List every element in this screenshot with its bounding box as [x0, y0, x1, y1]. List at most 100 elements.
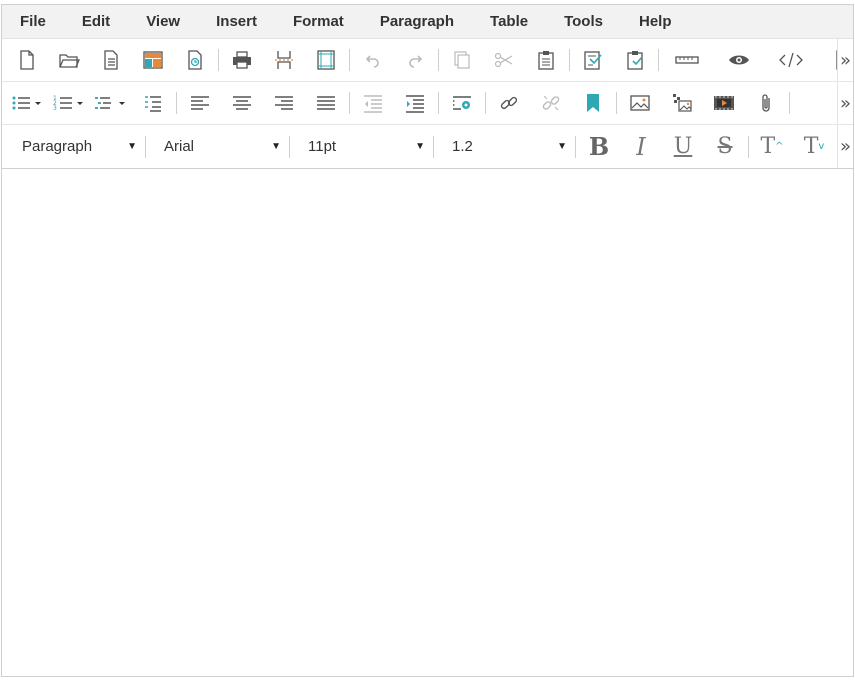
align-center-icon — [233, 96, 251, 110]
justify-button[interactable] — [308, 85, 344, 121]
template-button[interactable] — [135, 42, 171, 78]
attachment-icon — [762, 94, 770, 112]
caret-up-icon: ^ — [775, 141, 784, 152]
redo-button[interactable] — [397, 42, 433, 78]
image-button[interactable] — [622, 85, 658, 121]
menu-format[interactable]: Format — [275, 5, 362, 39]
rich-text-editor: File Edit View Insert Format Paragraph T… — [1, 4, 854, 677]
align-right-button[interactable] — [266, 85, 302, 121]
block-format-select[interactable]: Paragraph ▼ — [6, 132, 143, 162]
paste-text-button[interactable] — [617, 42, 653, 78]
toc-button[interactable] — [135, 85, 171, 121]
align-left-button[interactable] — [182, 85, 218, 121]
chevron-down-icon: ▼ — [271, 141, 281, 152]
italic-icon: I — [636, 132, 646, 161]
unlink-button[interactable] — [533, 85, 569, 121]
video-button[interactable] — [706, 85, 742, 121]
open-button[interactable] — [51, 42, 87, 78]
document-button[interactable] — [93, 42, 129, 78]
copy-button[interactable] — [444, 42, 480, 78]
cut-button[interactable] — [486, 42, 522, 78]
outdent-icon — [364, 95, 382, 113]
paste-text-icon — [627, 51, 643, 70]
toolbar-overflow-button[interactable]: » — [837, 39, 853, 81]
video-icon — [714, 96, 734, 110]
menu-help[interactable]: Help — [621, 5, 690, 39]
italic-button[interactable]: I — [622, 129, 660, 165]
link-icon — [500, 96, 518, 110]
print-button[interactable] — [224, 42, 260, 78]
subscript-icon: T — [803, 134, 819, 159]
toolbar-row-3: Paragraph ▼ Arial ▼ 11pt ▼ 1.2 ▼ B I U S… — [2, 125, 853, 169]
link-button[interactable] — [491, 85, 527, 121]
toolbar-row-2: 123 » — [2, 82, 853, 125]
page-break-icon — [275, 51, 293, 69]
menu-table[interactable]: Table — [472, 5, 546, 39]
menu-insert[interactable]: Insert — [198, 5, 275, 39]
paste-button[interactable] — [528, 42, 564, 78]
font-family-select[interactable]: Arial ▼ — [148, 132, 287, 162]
bullet-list-button[interactable] — [9, 85, 45, 121]
ruler-icon — [675, 56, 699, 64]
menu-edit[interactable]: Edit — [64, 5, 128, 39]
menu-paragraph[interactable]: Paragraph — [362, 5, 472, 39]
multilevel-list-button[interactable] — [93, 85, 129, 121]
menu-tools[interactable]: Tools — [546, 5, 621, 39]
indent-button[interactable] — [397, 85, 433, 121]
toolbar-overflow-button[interactable]: » — [837, 125, 853, 168]
toolbar-separator — [438, 49, 439, 71]
settings-table-icon — [453, 96, 471, 110]
toolbar-overflow-button[interactable]: » — [837, 82, 853, 124]
editor-content-area[interactable] — [2, 170, 853, 676]
bold-button[interactable]: B — [580, 129, 618, 165]
page-break-button[interactable] — [266, 42, 302, 78]
restore-draft-button[interactable] — [177, 42, 213, 78]
paste-from-word-button[interactable] — [575, 42, 611, 78]
align-center-button[interactable] — [224, 85, 260, 121]
numbered-list-button[interactable]: 123 — [51, 85, 87, 121]
font-family-value: Arial — [164, 138, 195, 155]
toolbar-separator — [433, 135, 434, 158]
menu-file[interactable]: File — [2, 5, 64, 39]
underline-button[interactable]: U — [664, 129, 702, 165]
bold-icon: B — [588, 132, 610, 161]
toolbar-separator — [349, 49, 350, 71]
page-margins-button[interactable] — [308, 42, 344, 78]
undo-button[interactable] — [355, 42, 391, 78]
restore-draft-icon — [188, 50, 202, 70]
caret-down-icon: v — [818, 141, 825, 152]
font-size-select[interactable]: 11pt ▼ — [292, 132, 431, 162]
source-code-button[interactable] — [768, 42, 814, 78]
bookmark-icon — [587, 94, 599, 112]
print-icon — [233, 51, 251, 69]
subscript-button[interactable]: Tv — [795, 129, 833, 165]
justify-icon — [317, 96, 335, 110]
bullet-list-icon — [12, 96, 41, 110]
outdent-button[interactable] — [355, 85, 391, 121]
redo-icon — [409, 55, 423, 68]
line-height-select[interactable]: 1.2 ▼ — [436, 132, 573, 162]
chevron-down-icon: ▼ — [415, 141, 425, 152]
new-document-button[interactable] — [9, 42, 45, 78]
superscript-icon: T — [760, 134, 776, 159]
document-icon — [104, 50, 118, 70]
table-settings-button[interactable] — [444, 85, 480, 121]
superscript-button[interactable]: T ^ — [753, 129, 791, 165]
bookmark-button[interactable] — [575, 85, 611, 121]
strikethrough-icon: S — [717, 134, 733, 159]
preview-button[interactable] — [716, 42, 762, 78]
image-icon — [630, 95, 650, 111]
ruler-button[interactable] — [664, 42, 710, 78]
toolbar-separator — [289, 135, 290, 158]
chevron-down-icon: ▼ — [127, 141, 137, 152]
attachment-button[interactable] — [748, 85, 784, 121]
toolbar-separator — [658, 49, 659, 71]
menu-view[interactable]: View — [128, 5, 198, 39]
svg-text:3: 3 — [53, 105, 57, 112]
cut-icon — [494, 52, 513, 68]
menubar: File Edit View Insert Format Paragraph T… — [2, 5, 853, 39]
strikethrough-button[interactable]: S — [706, 129, 744, 165]
toolbar-separator — [789, 92, 790, 114]
insert-graphic-button[interactable] — [664, 85, 700, 121]
align-left-icon — [191, 96, 209, 110]
